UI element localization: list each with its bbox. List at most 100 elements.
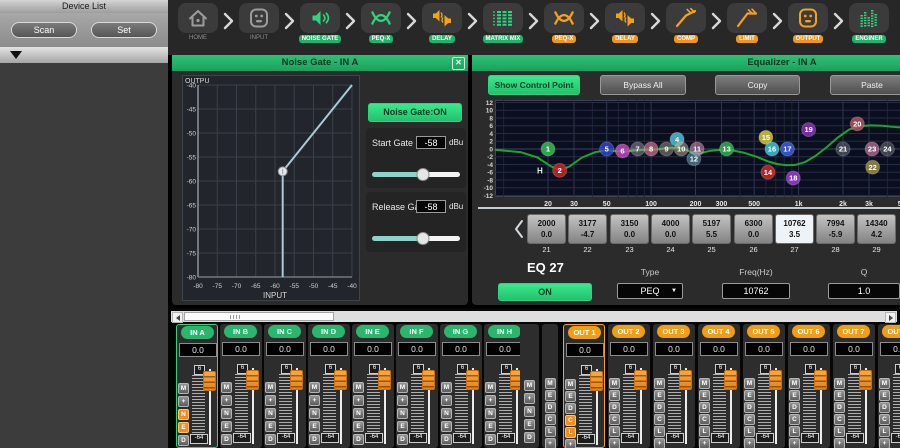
strip-button-e[interactable]: E [178,422,189,433]
strip-button-e[interactable]: E [565,391,576,402]
strip-button-plus[interactable]: + [699,438,710,448]
eq-band-button-28[interactable]: 7994-5.9 [816,214,855,244]
channel-gain-value[interactable]: 0.0 [655,342,693,356]
toolbar-item-delay-7[interactable]: DELAY [603,3,647,43]
strip-button-m[interactable]: M [353,382,364,393]
eq-point-17[interactable]: 17 [780,142,794,156]
eq-point-2[interactable]: 2 [553,163,567,177]
scroll-left-arrow[interactable] [172,312,183,323]
strip-button-e[interactable]: E [834,390,845,401]
strip-button-e[interactable]: E [441,421,452,432]
fader-handle[interactable] [334,370,347,390]
toolbar-item-home-0[interactable]: HOME [176,3,220,41]
link-button-d[interactable]: D [524,432,535,443]
eq-point-8[interactable]: 8 [644,142,658,156]
strip-button-e[interactable]: E [744,390,755,401]
strip-button-e[interactable]: E [221,421,232,432]
strip-button-l[interactable]: L [879,426,890,437]
strip-button-l[interactable]: L [609,426,620,437]
strip-button-d[interactable]: D [654,402,665,413]
strip-button-e[interactable]: E [609,390,620,401]
start-gate-value-field[interactable]: -58 [416,136,446,149]
strip-button-m[interactable]: M [789,378,800,389]
strip-button-plus[interactable]: + [565,439,576,448]
eq-point-6[interactable]: 6 [616,144,630,158]
strip-button-c[interactable]: C [699,414,710,425]
strip-button-plus[interactable]: + [834,438,845,448]
eq-band-button-29[interactable]: 143404.2 [857,214,896,244]
eq-point-21[interactable]: 21 [836,142,850,156]
toolbar-item-peq-x-6[interactable]: PEQ-X [542,3,586,43]
channel-gain-value[interactable]: 0.0 [179,343,217,357]
scan-button[interactable]: Scan [11,22,77,38]
eq-band-button-21[interactable]: 20000.0 [527,214,566,244]
channel-strip-in-e[interactable]: IN E0.0M+NED6-64 [352,324,394,448]
bypass-all-button[interactable]: Bypass All [600,75,686,95]
channel-strip-in-f[interactable]: IN F0.0M+NED6-64 [396,324,438,448]
strip-button-d[interactable]: D [609,402,620,413]
strip-button-e[interactable]: E [309,421,320,432]
channel-gain-value[interactable]: 0.0 [442,342,480,356]
strip-button-c[interactable]: C [609,414,620,425]
fader-handle[interactable] [590,371,603,391]
eq-point-18[interactable]: 18 [786,171,800,185]
release-gate-value-field[interactable]: -58 [416,200,446,213]
strip-button-m[interactable]: M [441,382,452,393]
channel-strip-in-d[interactable]: IN D0.0M+NED6-64 [308,324,350,448]
channel-gain-value[interactable]: 0.0 [880,342,900,356]
eq-point-10[interactable]: 10 [674,142,688,156]
toolbar-item-peq-x-3[interactable]: PEQ-X [359,3,403,43]
link-button-plus[interactable]: + [524,393,535,404]
strip-button-d[interactable]: D [879,402,890,413]
strip-button-d[interactable]: D [178,435,189,446]
strip-button-c[interactable]: C [744,414,755,425]
eq-band-button-27[interactable]: 107623.5 [775,214,814,244]
q-field[interactable]: 1.0 [828,283,900,299]
strip-button-e[interactable]: E [789,390,800,401]
strip-button-m[interactable]: M [744,378,755,389]
eq-on-button[interactable]: ON [498,283,592,301]
channel-strip-out-7[interactable]: OUT 70.0MEDCL+6-64 [833,324,875,448]
strip-button-d[interactable]: D [353,434,364,445]
strip-button-plus[interactable]: + [353,395,364,406]
freq-field[interactable]: 10762 [722,283,790,299]
channel-strip-out-6[interactable]: OUT 60.0MEDCL+6-64 [788,324,830,448]
channel-strip-in-a[interactable]: IN A0.0M+NED6-64 [176,324,218,448]
strip-button-c[interactable]: C [565,415,576,426]
strip-button-d[interactable]: D [565,403,576,414]
strip-button-d[interactable]: D [397,434,408,445]
mixer-horizontal-scrollbar[interactable] [171,311,897,322]
strip-button-d[interactable]: D [744,402,755,413]
paste-button[interactable]: Paste [830,75,900,95]
channel-gain-value[interactable]: 0.0 [398,342,436,356]
strip-button-e[interactable]: E [879,390,890,401]
strip-button-n[interactable]: N [309,408,320,419]
eq-band-button-25[interactable]: 51975.5 [692,214,731,244]
strip-button-l[interactable]: L [744,426,755,437]
channel-strip-in-b[interactable]: IN B0.0M+NED6-64 [220,324,262,448]
eq-point-1[interactable]: 1 [541,142,555,156]
strip-button-d[interactable]: D [789,402,800,413]
strip-button-l[interactable]: L [565,427,576,438]
channel-strip-out-4[interactable]: OUT 40.0MEDCL+6-64 [698,324,740,448]
strip-button-m[interactable]: M [178,383,189,394]
eq-point-16[interactable]: 16 [765,142,779,156]
fader-handle[interactable] [769,370,782,390]
link-button-n[interactable]: N [524,406,535,417]
fader-handle[interactable] [814,370,827,390]
close-icon[interactable]: ✕ [452,57,465,70]
release-gate-slider-thumb[interactable] [417,232,430,245]
strip-button-plus[interactable]: + [485,395,496,406]
channel-gain-value[interactable]: 0.0 [745,342,783,356]
strip-button-e[interactable]: E [699,390,710,401]
fader-handle[interactable] [246,370,259,390]
strip-button-m[interactable]: M [397,382,408,393]
scrollbar-thumb[interactable] [184,312,334,321]
strip-button-plus[interactable]: + [441,395,452,406]
eq-point-12[interactable]: 12 [687,152,701,166]
eq-point-23[interactable]: 23 [865,142,879,156]
fader-handle[interactable] [422,370,435,390]
strip-button-d[interactable]: D [699,402,710,413]
strip-button-n[interactable]: N [265,408,276,419]
strip-button-plus[interactable]: + [609,438,620,448]
